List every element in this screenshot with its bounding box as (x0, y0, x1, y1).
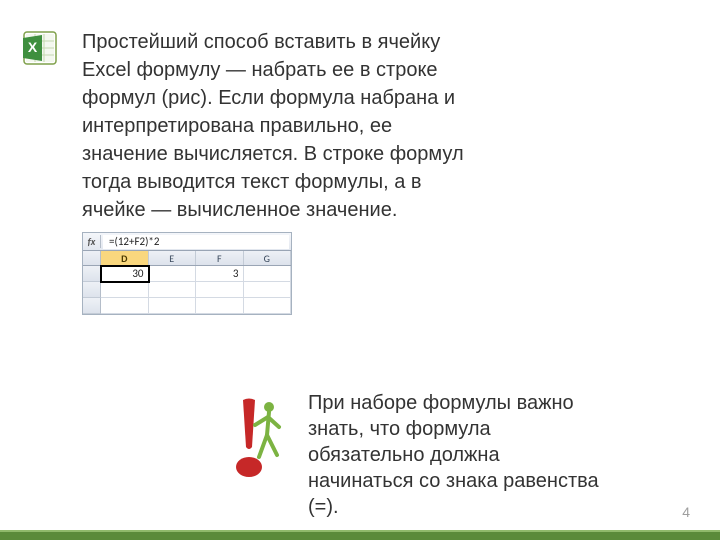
slide: X Простейший способ вставить в ячейку Ex… (0, 0, 720, 540)
cell[interactable] (244, 298, 292, 314)
svg-text:X: X (28, 39, 38, 55)
cell[interactable] (149, 266, 197, 282)
exclamation-figure-icon (225, 395, 285, 480)
cell[interactable] (196, 298, 244, 314)
row-header[interactable] (83, 266, 101, 282)
cell[interactable]: 3 (196, 266, 244, 282)
cell[interactable] (244, 282, 292, 298)
select-all-corner[interactable] (83, 251, 101, 265)
footer-bar (0, 530, 720, 540)
spreadsheet-fragment: fx =(12+F2)*2 D E F G 30 3 (82, 232, 292, 315)
grid-rows: 30 3 (83, 266, 291, 314)
cell[interactable] (101, 298, 149, 314)
table-row: 30 3 (83, 266, 291, 282)
fx-button[interactable]: fx (83, 235, 101, 248)
column-headers: D E F G (83, 251, 291, 266)
formula-input[interactable]: =(12+F2)*2 (103, 235, 289, 249)
column-header[interactable]: E (149, 251, 197, 265)
cell[interactable] (196, 282, 244, 298)
cell[interactable] (149, 298, 197, 314)
column-header[interactable]: F (196, 251, 244, 265)
column-header[interactable]: D (101, 251, 149, 265)
row-header[interactable] (83, 298, 101, 314)
cell[interactable] (101, 282, 149, 298)
formula-bar: fx =(12+F2)*2 (83, 233, 291, 251)
table-row (83, 282, 291, 298)
row-header[interactable] (83, 282, 101, 298)
cell-active[interactable]: 30 (101, 266, 149, 282)
main-paragraph: Простейший способ вставить в ячейку Exce… (82, 28, 482, 224)
cell[interactable] (244, 266, 292, 282)
cell[interactable] (149, 282, 197, 298)
note-paragraph: При наборе формулы важно знать, что форм… (308, 390, 608, 520)
table-row (83, 298, 291, 314)
column-header[interactable]: G (244, 251, 292, 265)
excel-logo-icon: X (20, 28, 60, 68)
page-number: 4 (682, 504, 690, 520)
